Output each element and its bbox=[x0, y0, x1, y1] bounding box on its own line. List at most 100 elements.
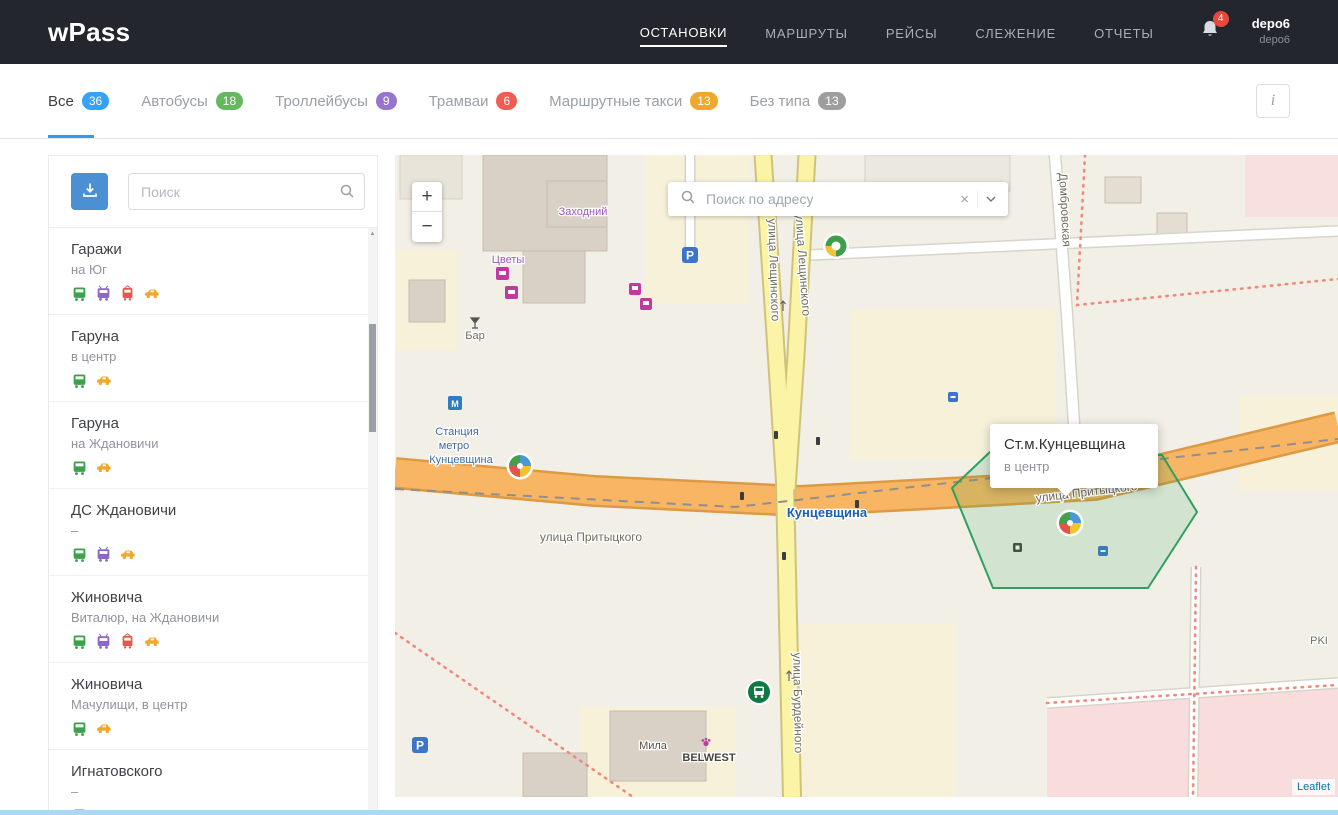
stop-direction: Виталюр, на Ждановичи bbox=[71, 610, 355, 625]
map-attribution[interactable]: Leaflet bbox=[1292, 779, 1335, 795]
taxi-icon bbox=[95, 720, 112, 737]
map-label: Кунцевщина bbox=[429, 454, 493, 466]
taxi-icon bbox=[143, 285, 160, 302]
taxi-icon bbox=[95, 372, 112, 389]
scroll-thumb[interactable] bbox=[369, 324, 376, 432]
bus-icon bbox=[71, 546, 88, 563]
map-label: улица Притыцкого bbox=[540, 530, 642, 544]
info-button[interactable]: i bbox=[1256, 84, 1290, 118]
filter-tab[interactable]: Без типа 13 bbox=[750, 64, 846, 138]
bus-icon bbox=[71, 633, 88, 650]
count-badge: 6 bbox=[496, 92, 517, 110]
zoom-in-button[interactable]: + bbox=[412, 182, 442, 212]
nav-item[interactable]: СЛЕЖЕНИЕ bbox=[975, 18, 1056, 46]
bus-stop-marker[interactable] bbox=[746, 679, 772, 705]
stop-list-item[interactable]: ДС Ждановичи – bbox=[49, 489, 377, 576]
stop-list-item[interactable]: ЖиновичаМачулищи, в центр bbox=[49, 663, 377, 750]
map-label: Кунцевщина bbox=[787, 505, 868, 520]
stop-list-item[interactable]: Гарунана Ждановичи bbox=[49, 402, 377, 489]
chevron-down-icon[interactable] bbox=[977, 190, 996, 208]
trolleybus-icon bbox=[95, 285, 112, 302]
bus-icon bbox=[71, 459, 88, 476]
transport-icons bbox=[71, 372, 355, 389]
bus-icon bbox=[71, 285, 88, 302]
main-nav: ОСТАНОВКИ МАРШРУТЫ РЕЙСЫ СЛЕЖЕНИЕ ОТЧЕТЫ bbox=[640, 17, 1154, 47]
nav-item[interactable]: РЕЙСЫ bbox=[886, 18, 938, 46]
app-logo: wPass bbox=[48, 17, 130, 48]
map-label: метро bbox=[439, 440, 470, 452]
user-org: depo6 bbox=[1252, 33, 1290, 47]
filter-tab-label: Все bbox=[48, 93, 74, 110]
user-name: depo6 bbox=[1252, 16, 1290, 33]
stops-search bbox=[128, 173, 365, 210]
nav-item[interactable]: ОСТАНОВКИ bbox=[640, 17, 728, 47]
filter-tab-label: Трамваи bbox=[429, 93, 489, 110]
filter-tab-label: Маршрутные такси bbox=[549, 93, 682, 110]
search-icon bbox=[339, 183, 355, 204]
map-label: Цветы bbox=[492, 254, 525, 266]
map-base: P P М bbox=[395, 155, 1338, 797]
top-bar: wPass ОСТАНОВКИ МАРШРУТЫ РЕЙСЫ СЛЕЖЕНИЕ ОТЧЕ… bbox=[0, 0, 1338, 64]
filter-tab[interactable]: Троллейбусы9 bbox=[275, 64, 396, 138]
stop-direction: Мачулищи, в центр bbox=[71, 697, 355, 712]
map-canvas[interactable]: text.ml { font-family:"Liberation Sans",… bbox=[395, 155, 1338, 797]
notifications-button[interactable]: 4 bbox=[1200, 19, 1220, 46]
tram-icon bbox=[119, 285, 136, 302]
stop-marker-pie[interactable] bbox=[507, 453, 534, 480]
stop-popup: Ст.м.Кунцевщина в центр bbox=[990, 424, 1158, 488]
filter-tab[interactable]: Все 36 bbox=[48, 64, 109, 138]
stop-name: Жиновича bbox=[71, 589, 355, 606]
stop-direction: на Юг bbox=[71, 262, 355, 277]
popup-direction: в центр bbox=[1004, 459, 1144, 474]
stop-marker-green[interactable] bbox=[823, 233, 849, 259]
bus-icon bbox=[71, 372, 88, 389]
nav-item[interactable]: МАРШРУТЫ bbox=[765, 18, 848, 46]
scroll-up-arrow[interactable]: ▲ bbox=[368, 228, 377, 237]
filter-tab[interactable]: Маршрутные такси13 bbox=[549, 64, 718, 138]
filter-tab[interactable]: Трамваи 6 bbox=[429, 64, 518, 138]
map-label: Бар bbox=[465, 330, 484, 342]
count-badge: 18 bbox=[216, 92, 243, 110]
map-label: Мила bbox=[639, 740, 668, 752]
map[interactable]: text.ml { font-family:"Liberation Sans",… bbox=[395, 155, 1338, 797]
filter-tab[interactable]: Автобусы18 bbox=[141, 64, 243, 138]
stop-list-item[interactable]: Жиновича Виталюр, на Ждановичи bbox=[49, 576, 377, 663]
filter-tab-label: Без типа bbox=[750, 93, 811, 110]
bell-icon bbox=[1200, 28, 1220, 45]
map-label: BELWEST bbox=[682, 752, 735, 764]
map-label: PKI bbox=[1310, 635, 1328, 647]
stops-list: Гаражи на Юг Гарунав центрГарунана Жданови… bbox=[49, 228, 377, 815]
stop-direction: в центр bbox=[71, 349, 355, 364]
transport-icons bbox=[71, 720, 355, 737]
stop-name: Гаражи bbox=[71, 241, 355, 258]
bottom-accent-line bbox=[0, 810, 1338, 815]
transport-icons bbox=[71, 459, 355, 476]
map-label: Заходний bbox=[559, 206, 608, 218]
svg-text:P: P bbox=[686, 249, 694, 263]
search-icon bbox=[680, 189, 696, 210]
address-search-input[interactable] bbox=[704, 190, 952, 208]
popup-title: Ст.м.Кунцевщина bbox=[1004, 436, 1144, 453]
count-badge: 36 bbox=[82, 92, 109, 110]
stop-list-item[interactable]: Игнатовского– bbox=[49, 750, 377, 815]
stop-list-item[interactable]: Гаражи на Юг bbox=[49, 228, 377, 315]
map-label: улица Бурдейного bbox=[790, 652, 806, 753]
scrollbar[interactable]: ▲ bbox=[368, 228, 377, 815]
zoom-out-button[interactable]: − bbox=[412, 212, 442, 242]
stop-name: ДС Ждановичи bbox=[71, 502, 355, 519]
parking-icon: P bbox=[412, 737, 428, 753]
stops-search-input[interactable] bbox=[128, 173, 365, 210]
stop-name: Игнатовского bbox=[71, 763, 355, 780]
user-menu[interactable]: depo6 depo6 bbox=[1252, 16, 1290, 47]
stop-direction: на Ждановичи bbox=[71, 436, 355, 451]
stop-marker-pie-selected[interactable] bbox=[1057, 510, 1084, 537]
clear-icon[interactable]: × bbox=[960, 191, 969, 208]
filter-tab-label: Троллейбусы bbox=[275, 93, 368, 110]
export-button[interactable] bbox=[71, 173, 108, 210]
tram-icon bbox=[119, 633, 136, 650]
stop-list-item[interactable]: Гарунав центр bbox=[49, 315, 377, 402]
stop-direction: – bbox=[71, 523, 355, 538]
count-badge: 13 bbox=[818, 92, 845, 110]
nav-item[interactable]: ОТЧЕТЫ bbox=[1094, 18, 1154, 46]
trolleybus-icon bbox=[95, 546, 112, 563]
